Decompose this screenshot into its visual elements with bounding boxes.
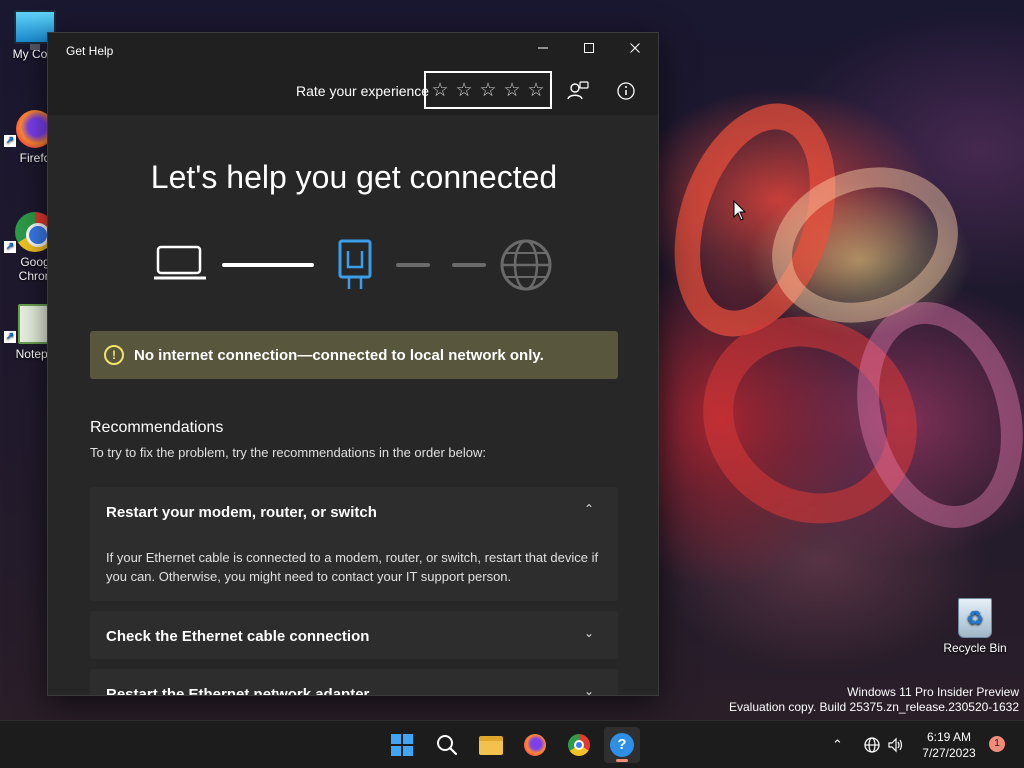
watermark-line: Evaluation copy. Build 25375.zn_release.… bbox=[729, 700, 1019, 714]
clock-date: 7/27/2023 bbox=[922, 746, 976, 760]
close-button[interactable] bbox=[612, 33, 658, 67]
globe-network-icon bbox=[864, 737, 880, 753]
shortcut-arrow-icon: ↗ bbox=[4, 331, 16, 343]
maximize-icon bbox=[584, 43, 594, 53]
star-2-icon[interactable]: ☆ bbox=[455, 79, 472, 101]
chevron-down-icon[interactable]: ⌄ bbox=[584, 626, 594, 640]
taskbar-get-help[interactable]: ? bbox=[604, 727, 640, 763]
star-1-icon[interactable]: ☆ bbox=[431, 79, 448, 101]
chevron-down-icon[interactable]: ⌄ bbox=[584, 684, 594, 695]
notification-badge[interactable]: 1 bbox=[989, 736, 1005, 752]
chrome-icon bbox=[568, 734, 590, 756]
star-3-icon[interactable]: ☆ bbox=[479, 79, 496, 101]
person-feedback-icon bbox=[567, 81, 589, 100]
close-icon bbox=[630, 43, 640, 53]
globe-internet-icon bbox=[500, 239, 552, 291]
taskbar-file-explorer[interactable] bbox=[473, 727, 509, 763]
help-content: Let's help you get connected ! No intern… bbox=[48, 115, 658, 696]
help-toolbar: Rate your experience ☆ ☆ ☆ ☆ ☆ bbox=[48, 69, 658, 115]
recommendations-heading: Recommendations bbox=[90, 419, 224, 436]
laptop-icon bbox=[154, 245, 206, 280]
watermark-line: Windows 11 Pro Insider Preview bbox=[847, 685, 1019, 699]
network-button[interactable] bbox=[863, 721, 881, 768]
desktop-icon-recycle-bin[interactable]: ♻ Recycle Bin bbox=[940, 598, 1010, 655]
warning-icon: ! bbox=[104, 345, 124, 365]
contact-support-button[interactable] bbox=[566, 79, 590, 103]
chevron-up-icon[interactable]: ⌃ bbox=[584, 502, 594, 516]
card-title: Check the Ethernet cable connection bbox=[106, 628, 370, 645]
taskbar: ? ⌃ 6:19 AM 7/27/2023 bbox=[0, 720, 1024, 768]
volume-button[interactable] bbox=[887, 721, 905, 768]
start-button[interactable] bbox=[384, 727, 420, 763]
rate-experience-label: Rate your experience bbox=[296, 83, 430, 99]
page-title: Let's help you get connected bbox=[150, 159, 558, 195]
show-hidden-icons-button[interactable]: ⌃ bbox=[832, 721, 843, 768]
connection-diagram bbox=[154, 239, 552, 291]
recommendation-card-restart-adapter[interactable]: Restart the Ethernet network adapter ⌄ bbox=[90, 669, 618, 696]
info-icon bbox=[617, 82, 635, 100]
star-rating[interactable]: ☆ ☆ ☆ ☆ ☆ bbox=[424, 71, 552, 109]
get-help-window: Get Help Rate your experience ☆ ☆ ☆ ☆ ☆ bbox=[47, 32, 659, 696]
minimize-button[interactable] bbox=[520, 33, 566, 67]
window-title: Get Help bbox=[66, 44, 114, 58]
recommendation-card-restart-modem[interactable]: Restart your modem, router, or switch ⌃ … bbox=[90, 487, 618, 601]
firefox-icon bbox=[524, 734, 546, 756]
folder-icon bbox=[479, 735, 503, 755]
connection-status-banner: ! No internet connection—connected to lo… bbox=[90, 331, 618, 379]
recommendations-subtitle: To try to fix the problem, try the recom… bbox=[90, 445, 486, 460]
about-button[interactable] bbox=[614, 79, 638, 103]
maximize-button[interactable] bbox=[566, 33, 612, 67]
mouse-cursor-icon bbox=[733, 200, 747, 221]
card-title: Restart your modem, router, or switch bbox=[106, 504, 377, 521]
ethernet-port-icon bbox=[338, 239, 372, 289]
windows-logo-icon bbox=[391, 734, 413, 756]
shortcut-arrow-icon: ↗ bbox=[4, 135, 16, 147]
clock-button[interactable]: 6:19 AM 7/27/2023 bbox=[908, 729, 990, 761]
recommendation-card-check-cable[interactable]: Check the Ethernet cable connection ⌄ bbox=[90, 611, 618, 659]
star-4-icon[interactable]: ☆ bbox=[503, 79, 520, 101]
star-5-icon[interactable]: ☆ bbox=[527, 79, 544, 101]
card-title: Restart the Ethernet network adapter bbox=[106, 686, 370, 696]
clock-time: 6:19 AM bbox=[926, 730, 972, 744]
get-help-icon: ? bbox=[610, 733, 634, 757]
recycle-bin-icon: ♻ bbox=[958, 598, 992, 638]
search-button[interactable] bbox=[429, 727, 465, 763]
minimize-icon bbox=[538, 47, 548, 49]
title-bar[interactable]: Get Help bbox=[48, 33, 658, 69]
taskbar-firefox[interactable] bbox=[517, 727, 553, 763]
taskbar-chrome[interactable] bbox=[561, 727, 597, 763]
search-icon bbox=[437, 735, 458, 756]
status-message: No internet connection—connected to loca… bbox=[134, 347, 544, 364]
shortcut-arrow-icon: ↗ bbox=[4, 241, 16, 253]
card-body: If your Ethernet cable is connected to a… bbox=[106, 550, 599, 584]
desktop-icon-label: Recycle Bin bbox=[943, 641, 1007, 655]
evaluation-watermark: Windows 11 Pro Insider Preview Evaluatio… bbox=[729, 685, 1019, 715]
speaker-icon bbox=[888, 737, 903, 753]
